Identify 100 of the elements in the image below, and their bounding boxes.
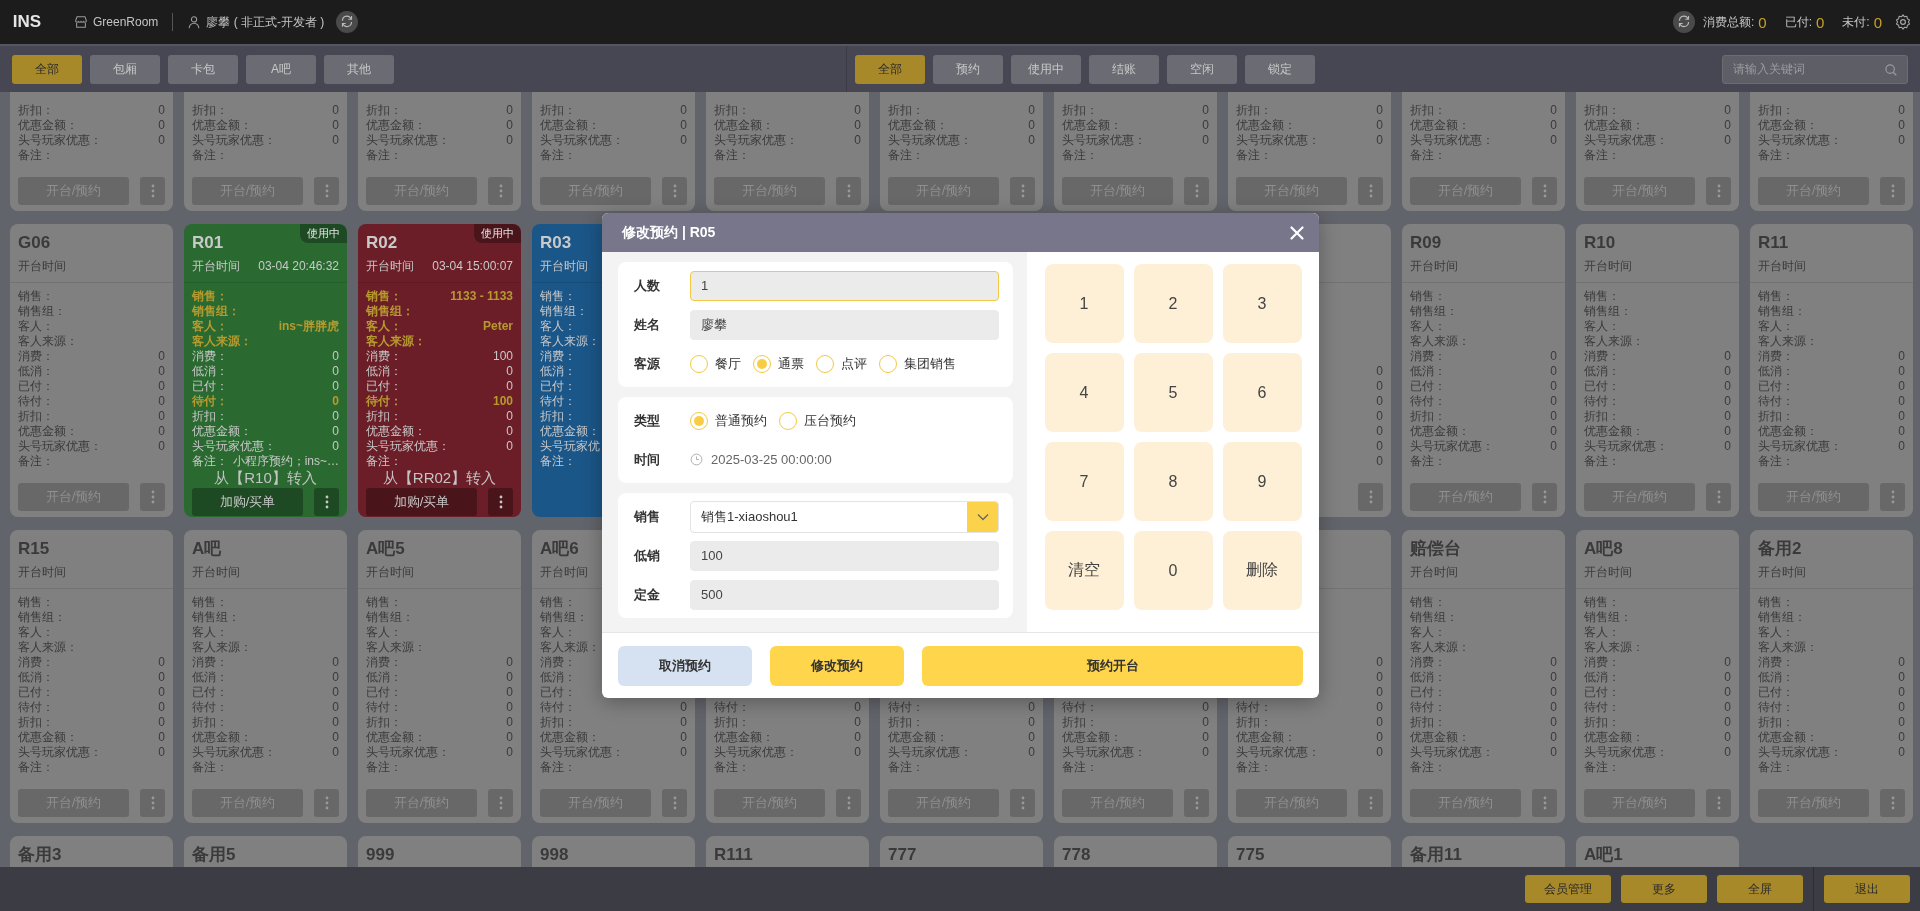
- field-value: 0: [1550, 424, 1557, 439]
- exit-button[interactable]: 退出: [1824, 875, 1910, 903]
- more-button[interactable]: [1358, 789, 1383, 817]
- more-button[interactable]: [140, 789, 165, 817]
- dialog-title: 修改预约 | R05: [622, 223, 716, 242]
- field-label: 折扣：: [1062, 715, 1098, 730]
- more-button[interactable]: [1880, 483, 1905, 511]
- keypad-key[interactable]: 6: [1222, 353, 1302, 432]
- more-button[interactable]: [314, 488, 339, 516]
- keypad-key[interactable]: 删除: [1222, 531, 1302, 610]
- input-field[interactable]: 1: [690, 270, 999, 301]
- more-button[interactable]: [1706, 483, 1731, 511]
- keypad-key[interactable]: 9: [1222, 442, 1302, 521]
- refresh-button[interactable]: [336, 11, 359, 33]
- more-button[interactable]: [140, 483, 165, 511]
- more-button[interactable]: [314, 789, 339, 817]
- filter-tab[interactable]: 空闲: [1167, 54, 1237, 84]
- search-icon: [1884, 62, 1898, 77]
- close-button[interactable]: [1289, 224, 1305, 241]
- more-button[interactable]: [1358, 483, 1383, 511]
- more-button[interactable]: [140, 177, 165, 205]
- dialog-button[interactable]: 预约开台: [922, 645, 1303, 686]
- radio-option[interactable]: 普通预约: [690, 411, 767, 430]
- filter-tab[interactable]: 结账: [1089, 54, 1159, 84]
- keypad-key[interactable]: 3: [1222, 264, 1302, 343]
- radio-option[interactable]: 集团销售: [879, 354, 956, 373]
- radio-option[interactable]: 通票: [753, 354, 804, 373]
- more-button[interactable]: [662, 177, 687, 205]
- keypad-key[interactable]: 5: [1133, 353, 1213, 432]
- field-label: 销售：: [1584, 289, 1620, 304]
- field-value: 0: [1202, 103, 1209, 118]
- field-label: 头号玩家优惠：: [192, 745, 276, 760]
- keypad-key[interactable]: 0: [1133, 531, 1213, 610]
- filter-tab[interactable]: 全部: [855, 54, 925, 84]
- more-button[interactable]: [1358, 177, 1383, 205]
- field-value: 0: [1376, 730, 1383, 745]
- filter-tab[interactable]: 使用中: [1011, 54, 1081, 84]
- footer-button[interactable]: 会员管理: [1525, 875, 1611, 903]
- keypad-key[interactable]: 清空: [1044, 531, 1124, 610]
- radio-option[interactable]: 点评: [816, 354, 867, 373]
- more-button[interactable]: [1184, 789, 1209, 817]
- field-label: 客人：: [1758, 625, 1794, 640]
- field-value: 0: [158, 655, 165, 670]
- footer-button[interactable]: 全屏: [1717, 875, 1803, 903]
- field-label: 备注：: [192, 454, 228, 469]
- keypad-key[interactable]: 8: [1133, 442, 1213, 521]
- keypad-key[interactable]: 4: [1044, 353, 1124, 432]
- filter-tab[interactable]: A吧: [246, 54, 316, 84]
- more-button[interactable]: [1010, 789, 1035, 817]
- field-label: 折扣：: [18, 103, 54, 118]
- field-label: 消费：: [1584, 655, 1620, 670]
- more-button[interactable]: [1532, 483, 1557, 511]
- filter-tab[interactable]: 预约: [933, 54, 1003, 84]
- more-button[interactable]: [488, 789, 513, 817]
- input-field[interactable]: 100: [690, 540, 999, 571]
- card-action-button[interactable]: 加购/买单: [192, 488, 303, 516]
- filter-tab[interactable]: 包厢: [90, 54, 160, 84]
- radio-option[interactable]: 压台预约: [779, 411, 856, 430]
- more-button[interactable]: [836, 177, 861, 205]
- field-value: 0: [680, 730, 687, 745]
- search-field[interactable]: 请输入关键词: [1722, 54, 1908, 84]
- field-label: 优惠金额：: [714, 730, 774, 745]
- more-button[interactable]: [1880, 177, 1905, 205]
- more-button[interactable]: [662, 789, 687, 817]
- table-name: 777: [888, 845, 917, 864]
- keypad-key[interactable]: 2: [1133, 264, 1213, 343]
- chevron-down-icon: [976, 512, 989, 521]
- dialog-button[interactable]: 修改预约: [770, 645, 904, 686]
- keypad-key[interactable]: 7: [1044, 442, 1124, 521]
- input-field[interactable]: 500: [690, 579, 999, 610]
- more-button[interactable]: [488, 488, 513, 516]
- filter-tab[interactable]: 锁定: [1245, 54, 1315, 84]
- datetime-field[interactable]: 2025-03-25 00:00:00: [690, 452, 832, 467]
- more-button[interactable]: [1880, 789, 1905, 817]
- filter-tab[interactable]: 卡包: [168, 54, 238, 84]
- filter-tab[interactable]: 其他: [324, 54, 394, 84]
- field-label: 头号玩家优惠：: [888, 133, 972, 148]
- refresh-button[interactable]: [1672, 11, 1695, 33]
- more-button[interactable]: [1010, 177, 1035, 205]
- field-label: 头号玩家优惠：: [18, 133, 102, 148]
- keypad-key[interactable]: 1: [1044, 264, 1124, 343]
- dialog-button[interactable]: 取消预约: [618, 645, 752, 686]
- more-button[interactable]: [488, 177, 513, 205]
- more-button[interactable]: [1184, 177, 1209, 205]
- more-icon: [150, 184, 155, 198]
- filter-tab[interactable]: 全部: [12, 54, 82, 84]
- more-button[interactable]: [1706, 177, 1731, 205]
- radio-option[interactable]: 餐厅: [690, 354, 741, 373]
- more-button[interactable]: [314, 177, 339, 205]
- field-label: 已付：: [540, 379, 576, 394]
- field-label: 已付：: [18, 379, 54, 394]
- more-button[interactable]: [1532, 789, 1557, 817]
- more-button[interactable]: [1532, 177, 1557, 205]
- card-action-button[interactable]: 加购/买单: [366, 488, 477, 516]
- more-button[interactable]: [836, 789, 861, 817]
- field-label: 客人：: [192, 319, 228, 334]
- sales-select[interactable]: 销售1-xiaoshou1: [690, 500, 999, 533]
- footer-button[interactable]: 更多: [1621, 875, 1707, 903]
- input-field[interactable]: 廖攀: [690, 309, 999, 340]
- more-button[interactable]: [1706, 789, 1731, 817]
